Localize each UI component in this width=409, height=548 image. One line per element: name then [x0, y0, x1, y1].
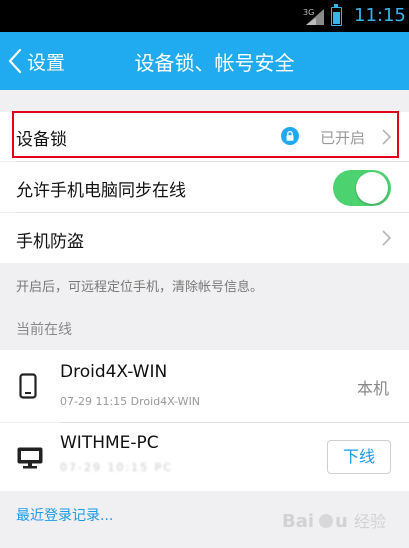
device-lock-status: 已开启	[319, 129, 365, 147]
page-title: 设备锁、帐号安全	[134, 51, 295, 75]
device-meta: 07-29 10:15 PC	[60, 461, 173, 474]
local-device-tag: 本机	[356, 379, 389, 398]
recent-login-link[interactable]: 最近登录记录...	[16, 505, 113, 525]
battery-icon	[331, 4, 342, 26]
status-time: 11:15	[354, 5, 406, 26]
anti-theft-label: 手机防盗	[16, 232, 84, 252]
offline-button[interactable]: 下线	[327, 440, 391, 474]
sync-online-label: 允许手机电脑同步在线	[16, 181, 186, 201]
monitor-icon	[17, 447, 43, 469]
toggle-knob	[356, 172, 388, 204]
phone-icon	[19, 373, 37, 399]
chevron-right-icon	[382, 230, 391, 246]
device-name: Droid4X-WIN	[60, 362, 168, 382]
signal-icon	[306, 9, 324, 25]
online-section-header: 当前在线	[16, 322, 72, 338]
status-bar: 3G 11:15	[0, 0, 409, 32]
chevron-right-icon	[382, 129, 391, 145]
watermark-logo: Bai u 经验	[282, 501, 406, 541]
device-meta: 07-29 11:15 Droid4X-WIN	[60, 395, 201, 408]
svg-text:经验: 经验	[354, 512, 386, 531]
title-bar: 设置 设备锁、帐号安全	[0, 32, 409, 90]
lock-icon	[281, 127, 299, 145]
svg-text:Bai: Bai	[282, 511, 314, 532]
device-lock-label: 设备锁	[16, 130, 67, 150]
anti-theft-hint: 开启后，可远程定位手机，清除帐号信息。	[16, 280, 264, 295]
svg-text:u: u	[335, 511, 348, 532]
device-row: Droid4X-WIN 07-29 11:15 Droid4X-WIN	[0, 350, 409, 422]
anti-theft-row[interactable]: 手机防盗	[0, 213, 409, 263]
device-name: WITHME-PC	[60, 433, 159, 453]
device-lock-row[interactable]: 设备锁 已开启	[0, 112, 409, 161]
sync-online-toggle[interactable]	[333, 170, 391, 206]
